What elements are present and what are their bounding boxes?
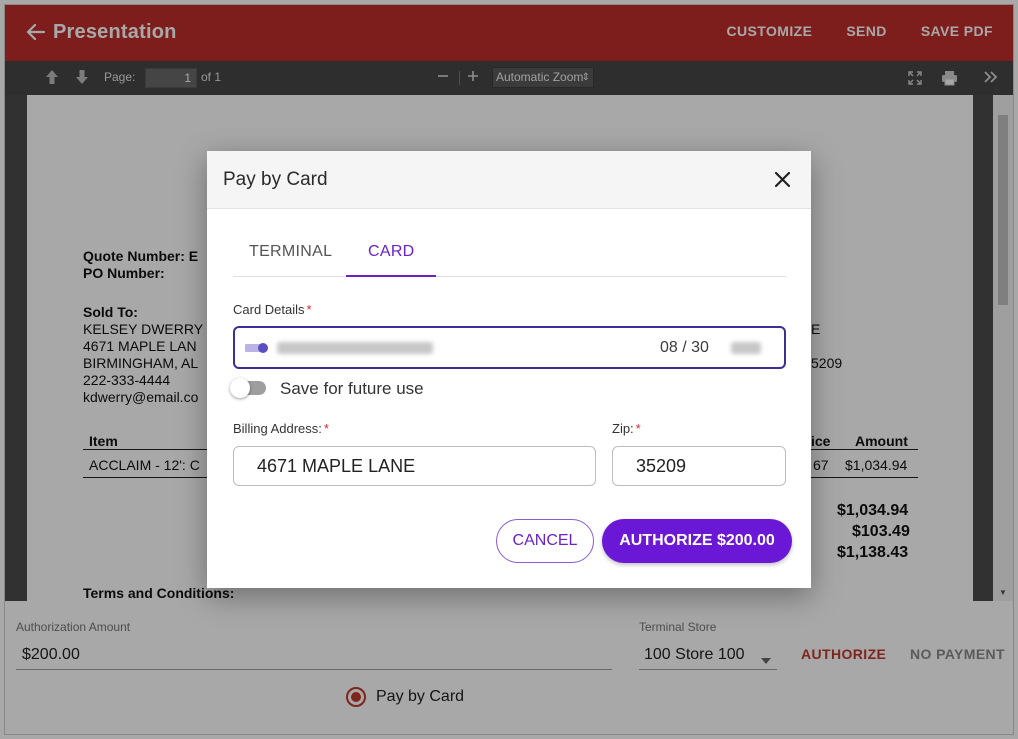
card-details-label: Card Details * — [233, 302, 312, 317]
zip-label: Zip: * — [612, 421, 641, 436]
cancel-button[interactable]: CANCEL — [496, 519, 594, 563]
toggle-knob — [230, 378, 250, 398]
card-expiry: 08 / 30 — [660, 339, 709, 356]
billing-address-input[interactable]: 4671 MAPLE LANE — [233, 446, 596, 486]
masked-card-number — [277, 342, 433, 354]
active-tab-indicator — [346, 275, 436, 277]
zip-label-text: Zip: — [612, 421, 634, 436]
payment-tabs: TERMINAL CARD — [233, 237, 786, 277]
card-details-label-text: Card Details — [233, 302, 305, 317]
card-brand-icon — [245, 341, 269, 355]
masked-cvc — [731, 342, 761, 354]
billing-address-label: Billing Address: * — [233, 421, 329, 436]
dialog-title: Pay by Card — [223, 169, 328, 190]
required-mark: * — [635, 421, 641, 436]
tab-card[interactable]: CARD — [368, 243, 415, 261]
save-future-toggle[interactable] — [230, 378, 266, 398]
tab-terminal[interactable]: TERMINAL — [249, 243, 332, 261]
zip-input[interactable]: 35209 — [612, 446, 786, 486]
save-future-label: Save for future use — [280, 379, 424, 398]
required-mark: * — [323, 421, 329, 436]
authorize-payment-button[interactable]: AUTHORIZE $200.00 — [602, 519, 792, 563]
pay-by-card-dialog: Pay by Card TERMINAL CARD Card Details * … — [207, 151, 811, 588]
required-mark: * — [306, 302, 312, 317]
dialog-header: Pay by Card — [207, 151, 811, 209]
close-icon[interactable] — [769, 166, 795, 192]
billing-address-label-text: Billing Address: — [233, 421, 322, 436]
card-details-input[interactable]: 08 / 30 — [233, 326, 786, 369]
